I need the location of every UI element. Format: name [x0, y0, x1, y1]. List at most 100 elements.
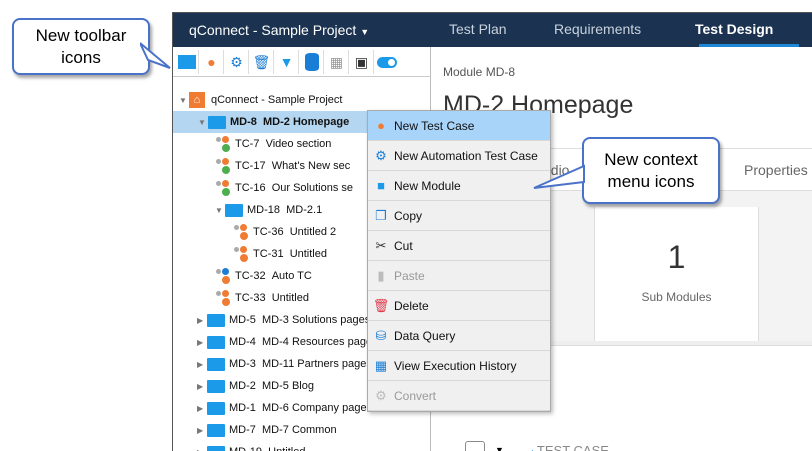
- tree-item[interactable]: ▶ MD-7 MD-7 Common: [197, 419, 337, 441]
- test-case-icon: [215, 158, 231, 174]
- tree-item-label: Untitled: [289, 248, 327, 260]
- menu-item-new-automation-test-case[interactable]: ⚙ New Automation Test Case: [368, 141, 550, 171]
- tree-item[interactable]: TC-31 Untitled: [233, 243, 327, 265]
- select-all-checkbox[interactable]: [465, 441, 485, 451]
- tab-test-design[interactable]: Test Design: [695, 21, 773, 37]
- tab-test-plan[interactable]: Test Plan: [449, 21, 507, 37]
- automation-test-case-icon: [215, 268, 231, 284]
- tree-item-id: MD-5: [229, 314, 256, 326]
- collapse-icon[interactable]: ▶: [197, 382, 207, 391]
- tree-item-label: What's New sec: [271, 160, 351, 172]
- export-excel-icon[interactable]: ▦: [325, 50, 349, 74]
- data-query-icon[interactable]: [300, 50, 324, 74]
- menu-item-label: Convert: [394, 388, 437, 403]
- tree-item-id: MD-19: [229, 446, 262, 451]
- tree-item-id: TC-33: [235, 292, 266, 304]
- folder-icon: [207, 313, 225, 327]
- trash-icon: 🗑: [372, 297, 390, 313]
- folder-icon: [207, 335, 225, 349]
- menu-item-new-module[interactable]: ■ New Module: [368, 171, 550, 201]
- toggle-icon[interactable]: [375, 50, 399, 74]
- filter-icon[interactable]: ▼: [275, 50, 299, 74]
- tab-properties[interactable]: Properties: [744, 162, 808, 178]
- callout-menu-text: New context menu icons: [604, 149, 698, 191]
- tree-item-id: MD-7: [229, 424, 256, 436]
- tree-root[interactable]: ▼ ⌂ qConnect - Sample Project: [179, 89, 342, 111]
- collapse-icon[interactable]: ▶: [197, 316, 207, 325]
- test-case-icon: [233, 246, 249, 262]
- caret-down-icon[interactable]: ▼: [495, 445, 504, 451]
- tree-item[interactable]: TC-32 Auto TC: [215, 265, 312, 287]
- callout-pointer: [533, 164, 585, 189]
- tree-item-id: MD-2: [229, 380, 256, 392]
- collapse-icon[interactable]: ▶: [197, 338, 207, 347]
- test-case-icon: [215, 290, 231, 306]
- column-header-test-case[interactable]: ▲TEST CASE: [528, 443, 609, 451]
- caret-down-icon: ▼: [360, 27, 370, 37]
- tree-item-label: Untitled 2: [289, 226, 337, 238]
- scissors-icon: ✂: [375, 237, 387, 253]
- delete-icon[interactable]: 🗑: [250, 50, 274, 74]
- expand-icon[interactable]: ▼: [198, 118, 208, 127]
- tree-item-label: MD-11 Partners pages: [262, 358, 372, 370]
- menu-item-label: Copy: [394, 208, 423, 223]
- folder-icon: [207, 379, 225, 393]
- menu-item-label: Data Query: [394, 328, 456, 343]
- stat-card: 1 Sub Modules: [594, 207, 759, 341]
- menu-item-view-execution-history[interactable]: ▦ View Execution History: [368, 351, 550, 381]
- expand-icon[interactable]: ▼: [179, 96, 189, 105]
- menu-item-label: Cut: [394, 238, 413, 253]
- tree-item[interactable]: TC-7 Video section: [215, 133, 331, 155]
- project-name: qConnect - Sample Project: [189, 22, 357, 38]
- menu-item-data-query[interactable]: ⛁ Data Query: [368, 321, 550, 351]
- home-icon: ⌂: [189, 92, 205, 108]
- menu-item-copy[interactable]: ❐ Copy: [368, 201, 550, 231]
- tree-item[interactable]: TC-33 Untitled: [215, 287, 309, 309]
- new-test-case-icon: ●: [377, 118, 385, 133]
- tree-item[interactable]: ▶ MD-2 MD-5 Blog: [197, 375, 314, 397]
- tree-item-id: TC-7: [235, 138, 260, 150]
- new-test-case-icon[interactable]: ●: [200, 50, 224, 74]
- menu-item-delete[interactable]: 🗑 Delete: [368, 291, 550, 321]
- tab-requirements[interactable]: Requirements: [554, 21, 641, 37]
- tree-item[interactable]: ▶ MD-3 MD-11 Partners pages: [197, 353, 372, 375]
- folder-icon: [207, 445, 225, 451]
- new-automation-test-case-icon: ⚙: [375, 147, 387, 163]
- test-case-icon: [215, 180, 231, 196]
- tree-item-id: TC-16: [235, 182, 266, 194]
- tree-item-label: Auto TC: [271, 270, 312, 282]
- callout-toolbar: New toolbar icons: [12, 18, 150, 75]
- tree-item[interactable]: ▶ MD-4 MD-4 Resources page: [197, 331, 372, 353]
- project-selector[interactable]: qConnect - Sample Project ▼: [189, 22, 369, 38]
- menu-item-cut[interactable]: ✂ Cut: [368, 231, 550, 261]
- tree-item[interactable]: ▶ MD-19 Untitled: [197, 441, 305, 451]
- stat-label: Sub Modules: [641, 290, 712, 304]
- tree-item-label: MD-5 Blog: [262, 380, 314, 392]
- tree-item[interactable]: ▶ MD-5 MD-3 Solutions pages: [197, 309, 370, 331]
- tree-item[interactable]: ▼ MD-18 MD-2.1: [215, 199, 322, 221]
- report-icon[interactable]: ▣: [350, 50, 374, 74]
- breadcrumb: Module MD-8: [443, 65, 516, 79]
- folder-icon: [225, 203, 243, 217]
- tree-item[interactable]: TC-36 Untitled 2: [233, 221, 336, 243]
- tree-item-label: Video section: [265, 138, 332, 150]
- menu-item-label: View Execution History: [394, 358, 517, 373]
- collapse-icon[interactable]: ▶: [197, 404, 207, 413]
- menu-item-label: New Module: [394, 178, 461, 193]
- tree-root-label: qConnect - Sample Project: [211, 94, 343, 106]
- collapse-icon[interactable]: ▶: [197, 426, 207, 435]
- collapse-icon[interactable]: ▶: [197, 360, 207, 369]
- tree-item-label: MD-2 Homepage: [263, 116, 350, 128]
- new-automation-test-case-icon[interactable]: ⚙: [225, 50, 249, 74]
- collapse-icon[interactable]: ▶: [197, 448, 207, 451]
- tree-item-id: MD-4: [229, 336, 256, 348]
- menu-item-new-test-case[interactable]: ● New Test Case: [368, 111, 550, 141]
- menu-item-paste: ▮ Paste: [368, 261, 550, 291]
- tree-item[interactable]: TC-16 Our Solutions se: [215, 177, 353, 199]
- copy-icon: ❐: [375, 207, 387, 223]
- expand-icon[interactable]: ▼: [215, 206, 225, 215]
- tree-item[interactable]: ▶ MD-1 MD-6 Company page: [197, 397, 367, 419]
- tree-toolbar: ● ⚙ 🗑 ▼ ▦ ▣: [173, 47, 431, 77]
- tree-item-label: MD-4 Resources page: [262, 336, 373, 348]
- tree-item[interactable]: TC-17 What's New sec: [215, 155, 350, 177]
